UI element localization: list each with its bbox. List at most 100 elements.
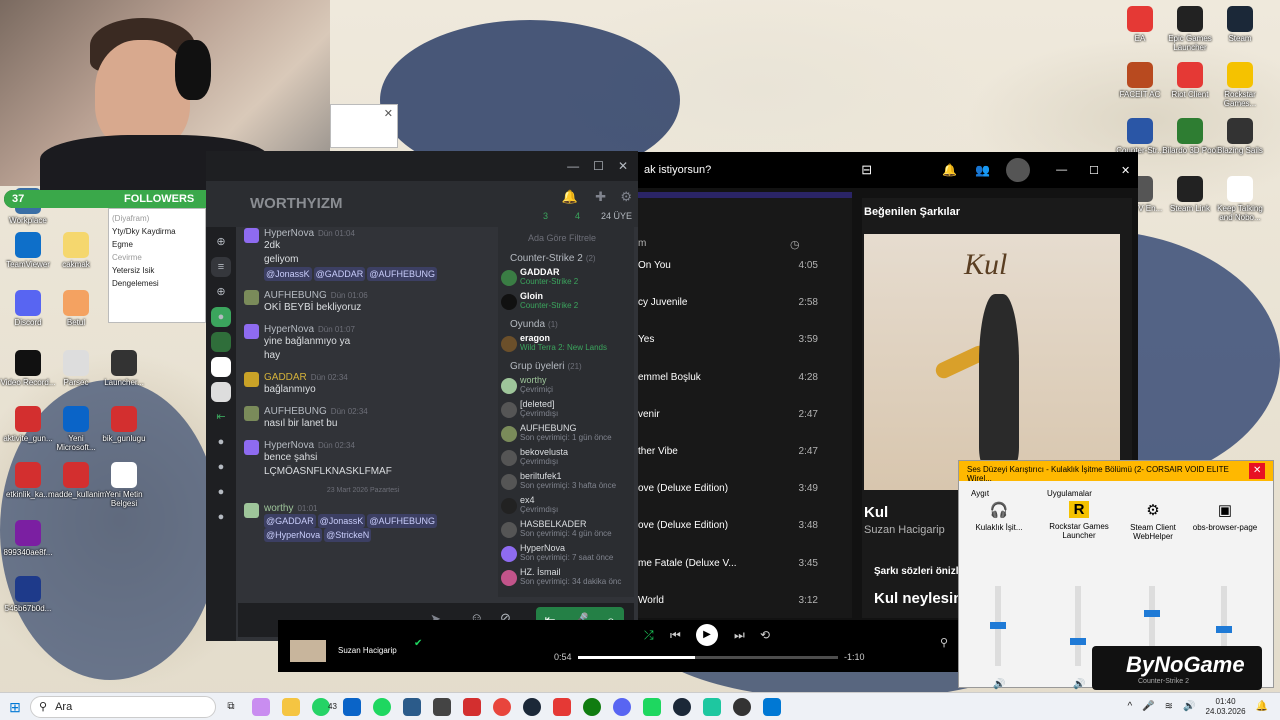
wifi-icon[interactable]: ≋ bbox=[1165, 701, 1173, 712]
member-item[interactable]: [deleted] Çevrimdışı bbox=[498, 399, 634, 423]
desktop-icon[interactable]: Riot Client bbox=[1162, 62, 1218, 99]
server-icon[interactable]: ● bbox=[211, 307, 231, 327]
library-icon[interactable]: ⊟ bbox=[861, 162, 872, 178]
location-icon[interactable]: ● bbox=[211, 482, 231, 502]
close-icon[interactable]: ✕ bbox=[384, 107, 393, 120]
previous-icon[interactable]: ⏮ bbox=[670, 628, 681, 643]
track-row[interactable]: World 3:12 bbox=[638, 595, 852, 606]
member-item[interactable]: bekovelusta Çevrimdışı bbox=[498, 447, 634, 471]
app-icon[interactable] bbox=[462, 697, 481, 716]
desktop-icon[interactable]: Yeni Metin Belgesi bbox=[96, 462, 152, 508]
taskbar-search[interactable]: ⚲ Ara bbox=[30, 695, 216, 718]
volume-icon[interactable]: 🔊 bbox=[1183, 701, 1195, 712]
steam-icon[interactable] bbox=[672, 697, 691, 716]
add-icon[interactable]: ⊕ bbox=[211, 282, 231, 302]
message-author[interactable]: AUFHEBUNG bbox=[264, 290, 327, 301]
desktop-icon[interactable]: 899340ae8f... bbox=[0, 520, 56, 557]
mention-tag[interactable]: @AUFHEBUNG bbox=[367, 514, 437, 528]
avatar[interactable] bbox=[244, 372, 259, 387]
slider-thumb[interactable] bbox=[1070, 638, 1086, 645]
minimize-icon[interactable]: — bbox=[1056, 164, 1067, 176]
close-icon[interactable]: ✕ bbox=[618, 159, 628, 173]
xbox-icon[interactable] bbox=[582, 697, 601, 716]
copilot-icon[interactable] bbox=[252, 697, 270, 716]
avatar[interactable] bbox=[244, 324, 259, 339]
track-row[interactable]: Yes 3:59 bbox=[638, 334, 852, 345]
bell-icon[interactable]: 🔔 bbox=[942, 163, 957, 177]
app-icon[interactable] bbox=[702, 697, 721, 716]
link-icon[interactable]: ⚲ bbox=[940, 636, 948, 649]
speaker-icon[interactable]: 🔊 bbox=[1073, 679, 1085, 690]
member-item[interactable]: eragon Wild Terra 2: New Lands bbox=[498, 333, 634, 357]
app-icon[interactable] bbox=[552, 697, 571, 716]
speaker-icon[interactable]: 🔊 bbox=[993, 679, 1005, 690]
microphone-icon[interactable]: 🎤 bbox=[1142, 701, 1154, 712]
member-item[interactable]: worthy Çevrimiçi bbox=[498, 375, 634, 399]
add-member-icon[interactable]: ✚ bbox=[595, 189, 606, 205]
file-explorer-icon[interactable] bbox=[282, 697, 300, 716]
avatar[interactable] bbox=[244, 228, 259, 243]
play-button[interactable]: ▶ bbox=[696, 624, 718, 646]
slider-thumb[interactable] bbox=[1216, 626, 1232, 633]
track-row[interactable]: ther Vibe 2:47 bbox=[638, 446, 852, 457]
track-row[interactable]: ove (Deluxe Edition) 3:48 bbox=[638, 520, 852, 531]
repeat-icon[interactable]: ⟲ bbox=[760, 628, 770, 642]
desktop-icon[interactable]: Keep Talking and Nobo... bbox=[1212, 176, 1268, 222]
check-icon[interactable]: ✔ bbox=[414, 638, 422, 649]
gear-icon[interactable]: ⚙ bbox=[620, 189, 632, 205]
volume-slider[interactable] bbox=[990, 586, 1006, 666]
friends-icon[interactable]: 👥 bbox=[975, 163, 990, 177]
discord-icon[interactable] bbox=[612, 697, 631, 716]
next-icon[interactable]: ⏭ bbox=[734, 628, 745, 643]
close-icon[interactable]: ✕ bbox=[1121, 164, 1130, 177]
search-input[interactable]: ak istiyorsun? bbox=[644, 164, 711, 176]
avatar[interactable] bbox=[1006, 158, 1031, 182]
steam-icon[interactable] bbox=[522, 697, 541, 716]
track-row[interactable]: me Fatale (Deluxe V... 3:45 bbox=[638, 558, 852, 569]
bell-icon[interactable]: 🔔 bbox=[1256, 701, 1268, 712]
desktop-icon[interactable]: Betul bbox=[48, 290, 104, 327]
slider-thumb[interactable] bbox=[1144, 610, 1160, 617]
track-row[interactable]: venir 2:47 bbox=[638, 409, 852, 420]
desktop-icon[interactable]: Launcher... bbox=[96, 350, 152, 387]
app-icon[interactable] bbox=[762, 697, 781, 716]
location-icon[interactable]: ● bbox=[211, 457, 231, 477]
menu-icon[interactable]: ≡ bbox=[211, 257, 231, 277]
shuffle-icon[interactable]: ⤮ bbox=[644, 628, 654, 643]
track-row[interactable]: emmel Boşluk 4:28 bbox=[638, 372, 852, 383]
track-row[interactable]: ove (Deluxe Edition) 3:49 bbox=[638, 483, 852, 494]
member-item[interactable]: ex4 Çevrimdışı bbox=[498, 495, 634, 519]
avatar[interactable] bbox=[244, 290, 259, 305]
desktop-icon[interactable]: Rockstar Games... bbox=[1212, 62, 1268, 108]
member-item[interactable]: GADDAR Counter-Strike 2 bbox=[498, 267, 634, 291]
artist-name[interactable]: Suzan Hacigarip bbox=[864, 524, 945, 536]
desktop-icon[interactable]: Epic Games Launcher bbox=[1162, 6, 1218, 52]
close-icon[interactable]: ✕ bbox=[1249, 463, 1265, 479]
mention-tag[interactable]: @AUFHEBUNG bbox=[367, 267, 437, 281]
desktop-icon[interactable]: Steam bbox=[1212, 6, 1268, 43]
message-author[interactable]: AUFHEBUNG bbox=[264, 406, 327, 417]
member-item[interactable]: Gloin Counter-Strike 2 bbox=[498, 291, 634, 315]
member-item[interactable]: HyperNova Son çevrimiçi: 7 saat önce bbox=[498, 543, 634, 567]
mention-tag[interactable]: @JonassK bbox=[317, 514, 366, 528]
desktop-icon[interactable]: 546b67b0d... bbox=[0, 576, 56, 613]
player-artist[interactable]: Suzan Hacigarip bbox=[338, 646, 397, 655]
maximize-icon[interactable]: ☐ bbox=[593, 159, 604, 173]
outlook-icon[interactable] bbox=[342, 697, 361, 716]
windows-start-icon[interactable]: ⊞ bbox=[6, 698, 24, 716]
avatar[interactable] bbox=[244, 440, 259, 455]
maximize-icon[interactable]: ☐ bbox=[1089, 164, 1099, 177]
slider-thumb[interactable] bbox=[990, 622, 1006, 629]
notepad-window[interactable]: ✕ bbox=[330, 104, 398, 148]
message-author[interactable]: HyperNova bbox=[264, 440, 314, 451]
app-icon[interactable] bbox=[642, 697, 661, 716]
member-item[interactable]: HZ. İsmail Son çevrimiçi: 34 dakika önc bbox=[498, 567, 634, 591]
member-item[interactable]: HASBELKADER Son çevrimiçi: 4 gün önce bbox=[498, 519, 634, 543]
desktop-icon[interactable]: EA bbox=[1112, 6, 1168, 43]
obs-icon[interactable] bbox=[732, 697, 751, 716]
location-icon[interactable]: ● bbox=[211, 507, 231, 527]
clock[interactable]: 01:40 24.03.2026 bbox=[1206, 697, 1246, 717]
desktop-icon[interactable]: Blazing Sails bbox=[1212, 118, 1268, 155]
app-icon[interactable] bbox=[402, 697, 421, 716]
app-icon[interactable] bbox=[432, 697, 451, 716]
